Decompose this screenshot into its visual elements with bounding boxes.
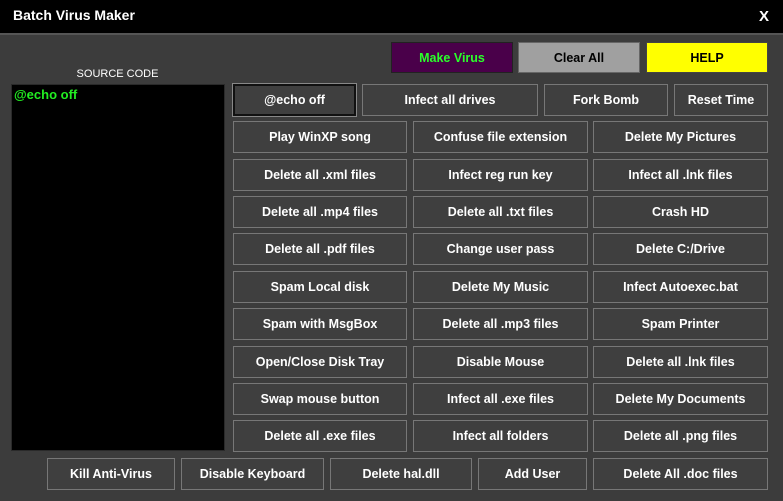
close-button[interactable]: X	[745, 0, 783, 33]
open-close-disk-tray-button[interactable]: Open/Close Disk Tray	[233, 346, 407, 378]
fork-bomb-button[interactable]: Fork Bomb	[544, 84, 668, 116]
echo-off-button[interactable]: @echo off	[232, 83, 357, 117]
delete-pdf-files-button[interactable]: Delete all .pdf files	[233, 233, 407, 265]
crash-hd-button[interactable]: Crash HD	[593, 196, 768, 228]
delete-mp3-files-button[interactable]: Delete all .mp3 files	[413, 308, 588, 340]
add-user-button[interactable]: Add User	[478, 458, 587, 490]
delete-doc-files-button[interactable]: Delete All .doc files	[593, 458, 768, 490]
confuse-file-extension-button[interactable]: Confuse file extension	[413, 121, 588, 153]
infect-exe-files-button[interactable]: Infect all .exe files	[413, 383, 588, 415]
reset-time-button[interactable]: Reset Time	[674, 84, 768, 116]
delete-txt-files-button[interactable]: Delete all .txt files	[413, 196, 588, 228]
play-winxp-song-button[interactable]: Play WinXP song	[233, 121, 407, 153]
infect-all-folders-button[interactable]: Infect all folders	[413, 420, 588, 452]
kill-anti-virus-button[interactable]: Kill Anti-Virus	[47, 458, 175, 490]
infect-reg-run-key-button[interactable]: Infect reg run key	[413, 159, 588, 191]
delete-c-drive-button[interactable]: Delete C:/Drive	[593, 233, 768, 265]
delete-exe-files-button[interactable]: Delete all .exe files	[233, 420, 407, 452]
window-title: Batch Virus Maker	[13, 7, 135, 23]
delete-mp4-files-button[interactable]: Delete all .mp4 files	[233, 196, 407, 228]
source-code-text: @echo off	[14, 87, 78, 102]
delete-hal-dll-button[interactable]: Delete hal.dll	[330, 458, 472, 490]
delete-my-pictures-button[interactable]: Delete My Pictures	[593, 121, 768, 153]
title-divider	[0, 33, 783, 35]
clear-all-button[interactable]: Clear All	[518, 42, 640, 73]
delete-my-music-button[interactable]: Delete My Music	[413, 271, 588, 303]
spam-printer-button[interactable]: Spam Printer	[593, 308, 768, 340]
spam-local-disk-button[interactable]: Spam Local disk	[233, 271, 407, 303]
delete-png-files-button[interactable]: Delete all .png files	[593, 420, 768, 452]
delete-xml-files-button[interactable]: Delete all .xml files	[233, 159, 407, 191]
help-button[interactable]: HELP	[646, 42, 768, 73]
infect-autoexec-button[interactable]: Infect Autoexec.bat	[593, 271, 768, 303]
swap-mouse-button-button[interactable]: Swap mouse button	[233, 383, 407, 415]
delete-my-documents-button[interactable]: Delete My Documents	[593, 383, 768, 415]
delete-lnk-files-button[interactable]: Delete all .lnk files	[593, 346, 768, 378]
change-user-pass-button[interactable]: Change user pass	[413, 233, 588, 265]
infect-lnk-files-button[interactable]: Infect all .lnk files	[593, 159, 768, 191]
source-code-editor[interactable]: @echo off	[11, 84, 225, 451]
source-code-label: SOURCE CODE	[76, 68, 159, 80]
spam-msgbox-button[interactable]: Spam with MsgBox	[233, 308, 407, 340]
make-virus-button[interactable]: Make Virus	[391, 42, 513, 73]
disable-mouse-button[interactable]: Disable Mouse	[413, 346, 588, 378]
disable-keyboard-button[interactable]: Disable Keyboard	[181, 458, 324, 490]
infect-all-drives-button[interactable]: Infect all drives	[362, 84, 538, 116]
title-bar: Batch Virus Maker X	[0, 0, 783, 33]
